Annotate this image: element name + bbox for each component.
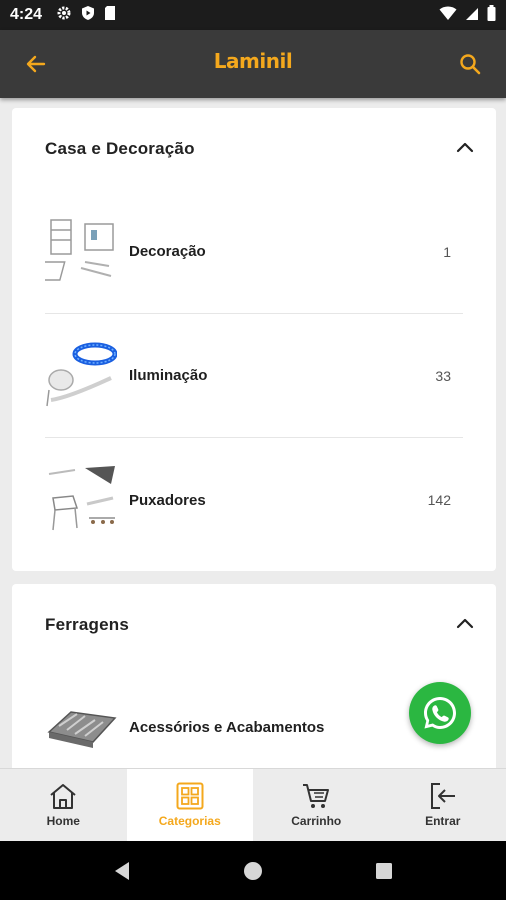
whatsapp-icon — [424, 697, 456, 729]
nav-item-entrar[interactable]: Entrar — [380, 769, 506, 841]
nav-label: Categorias — [158, 814, 221, 828]
nav-item-categorias[interactable]: Categorias — [126, 769, 253, 841]
chevron-up-icon[interactable] — [454, 136, 476, 163]
category-list[interactable]: Casa e Decoração Decoração 1 Iluminação … — [0, 98, 506, 768]
subcategory-item-puxadores[interactable]: Puxadores 142 — [45, 438, 463, 562]
system-back-button[interactable] — [113, 861, 131, 881]
section-header[interactable]: Casa e Decoração — [12, 108, 496, 190]
play-protect-icon — [81, 5, 95, 26]
nav-item-home[interactable]: Home — [0, 769, 127, 841]
subcategory-count: 142 — [427, 492, 451, 508]
triangle-back-icon — [115, 861, 129, 880]
iluminacao-thumbnail — [46, 342, 117, 406]
status-bar: 4:24 — [0, 0, 506, 30]
section-title: Ferragens — [45, 615, 130, 634]
search-button[interactable] — [452, 46, 488, 82]
wifi-icon — [439, 5, 457, 26]
nav-label: Carrinho — [291, 814, 342, 828]
app-bar: Laminil — [0, 30, 506, 98]
settings-icon — [56, 5, 72, 26]
section-title: Casa e Decoração — [45, 139, 195, 158]
acessorios-thumbnail — [47, 710, 117, 748]
bottom-navigation: Home Categorias Carrinho Entrar — [0, 768, 506, 841]
battery-icon — [487, 4, 496, 26]
subcategory-count: 1 — [443, 243, 451, 260]
subcategory-item-decoracao[interactable]: Decoração 1 — [45, 190, 463, 314]
brand-logo: Laminil — [213, 49, 293, 79]
nav-label: Entrar — [425, 814, 461, 828]
subcategory-label: Decoração — [129, 243, 206, 260]
nav-item-carrinho[interactable]: Carrinho — [253, 769, 380, 841]
home-icon — [50, 784, 76, 809]
square-recents-icon — [376, 862, 392, 879]
subcategory-label: Iluminação — [129, 367, 208, 384]
back-button[interactable] — [18, 46, 54, 82]
nav-label: Home — [46, 814, 80, 828]
chevron-up-icon[interactable] — [454, 612, 476, 639]
status-right-icons — [439, 4, 496, 26]
status-time: 4:24 — [10, 6, 43, 23]
grid-icon — [176, 782, 204, 810]
status-left-icons — [56, 5, 116, 26]
subcategory-label: Acessórios e Acabamentos — [129, 719, 325, 736]
signal-icon — [465, 5, 479, 26]
category-section-ferragens: Ferragens Acessórios e Acabamentos 28 — [12, 584, 496, 768]
section-header[interactable]: Ferragens — [12, 584, 496, 666]
logo-text: Laminil — [213, 49, 293, 73]
sd-card-icon — [104, 5, 116, 26]
whatsapp-button[interactable] — [409, 682, 471, 744]
system-recents-button[interactable] — [375, 862, 393, 880]
cart-icon — [303, 784, 330, 808]
category-section-casa-decoracao: Casa e Decoração Decoração 1 Iluminação … — [12, 108, 496, 571]
subcategory-count: 33 — [435, 367, 451, 384]
circle-home-icon — [244, 861, 262, 880]
decoracao-thumbnail — [45, 218, 114, 281]
system-home-button[interactable] — [243, 861, 263, 881]
arrow-left-icon — [26, 55, 46, 73]
system-navigation-bar — [0, 841, 506, 900]
subcategory-item-acessorios-acabamentos[interactable]: Acessórios e Acabamentos 28 — [45, 666, 463, 768]
search-icon — [460, 54, 481, 75]
puxadores-thumbnail — [48, 466, 115, 531]
subcategory-item-iluminacao[interactable]: Iluminação 33 — [45, 314, 463, 438]
subcategory-label: Puxadores — [129, 491, 206, 509]
login-icon — [430, 783, 455, 809]
